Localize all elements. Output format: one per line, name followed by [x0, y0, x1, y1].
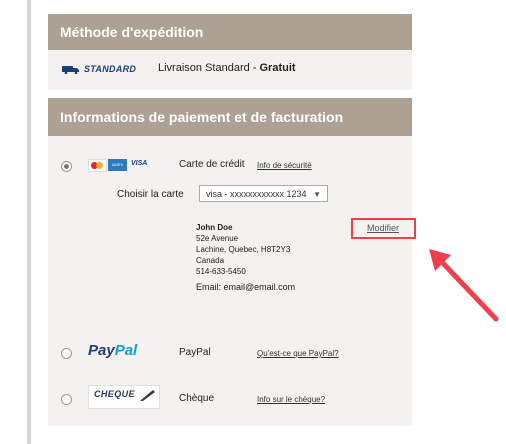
- truck-icon: [62, 66, 79, 74]
- billing-email: Email: email@email.com: [196, 282, 295, 292]
- paypal-info-link[interactable]: Qu'est-ce que PayPal?: [257, 349, 339, 358]
- shipping-method-row: STANDARD Livraison Standard - Gratuit: [48, 50, 412, 90]
- credit-card-label: Carte de crédit: [179, 159, 245, 170]
- address-name: John Doe: [196, 223, 233, 232]
- paypal-logo-pay: Pay: [88, 342, 115, 359]
- address-city: Lachine, Quebec, H8T2Y3: [196, 245, 291, 254]
- paypal-radio[interactable]: [61, 348, 72, 359]
- email-label: Email:: [196, 282, 224, 292]
- choose-card-label: Choisir la carte: [117, 189, 184, 200]
- security-info-link[interactable]: Info de sécurité: [257, 161, 312, 170]
- address-country: Canada: [196, 256, 225, 265]
- credit-card-radio[interactable]: [61, 161, 72, 172]
- address-street: 52e Avenue: [196, 234, 239, 243]
- billing-address: John Doe 52e Avenue Lachine, Quebec, H8T…: [196, 222, 290, 277]
- cheque-radio[interactable]: [61, 394, 72, 405]
- modify-link[interactable]: Modifier: [367, 223, 399, 233]
- card-select[interactable]: visa - xxxxxxxxxxxx 1234 ▼: [199, 185, 328, 202]
- payment-billing-panel: Informations de paiement et de facturati…: [48, 98, 412, 426]
- cheque-info-link[interactable]: Info sur le chèque?: [257, 395, 325, 404]
- pointer-arrow-icon: [429, 249, 499, 322]
- paypal-logo-pal: Pal: [114, 342, 138, 359]
- shipping-method-panel: Méthode d'expédition STANDARD Livraison …: [48, 14, 412, 90]
- amex-icon: AMEX: [108, 159, 127, 171]
- cheque-label: Chèque: [179, 393, 215, 404]
- cheque-logo: CHEQUE: [88, 385, 160, 409]
- cheque-logo-text: CHEQUE: [94, 389, 135, 399]
- standard-shipping-logo: STANDARD: [84, 64, 137, 74]
- left-border: [27, 0, 31, 444]
- chevron-down-icon: ▼: [313, 190, 321, 199]
- address-phone: 514-633-5450: [196, 267, 246, 276]
- paypal-label: PayPal: [179, 347, 211, 358]
- shipping-method-header: Méthode d'expédition: [48, 14, 412, 50]
- paypal-logo: PayPal: [88, 342, 137, 359]
- email-value: email@email.com: [223, 282, 296, 292]
- pen-icon: [140, 390, 155, 401]
- card-select-value: visa - xxxxxxxxxxxx 1234: [206, 189, 307, 199]
- visa-icon: VISA: [131, 160, 148, 167]
- payment-billing-header: Informations de paiement et de facturati…: [48, 98, 412, 136]
- shipping-method-text: Livraison Standard - Gratuit: [158, 62, 296, 74]
- shipping-method-label: Livraison Standard -: [158, 62, 260, 74]
- shipping-price: Gratuit: [259, 62, 296, 74]
- mastercard-icon: [88, 159, 107, 172]
